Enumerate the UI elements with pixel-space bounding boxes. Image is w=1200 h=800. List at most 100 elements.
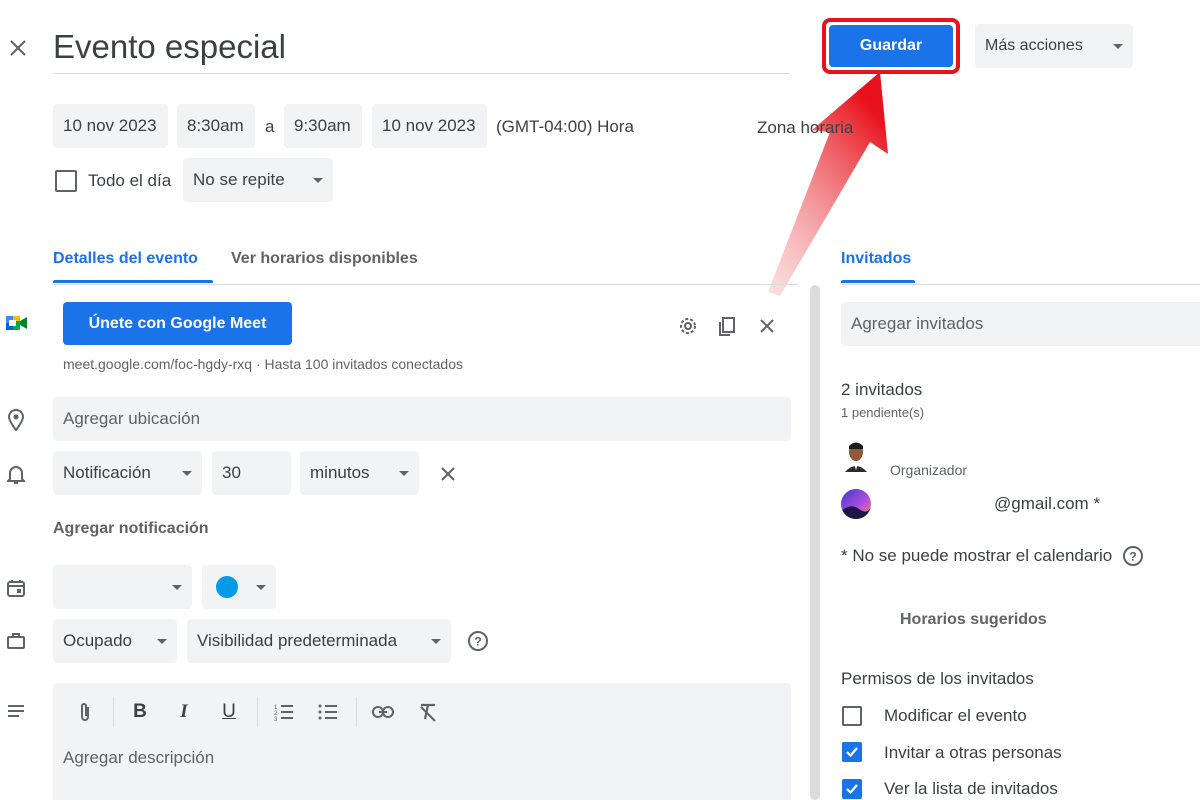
close-icon[interactable]: [6, 36, 30, 60]
chevron-down-icon: [172, 584, 182, 590]
end-time-chip[interactable]: 9:30am: [284, 104, 362, 148]
clear-format-icon[interactable]: [416, 700, 440, 724]
location-placeholder: Agregar ubicación: [63, 409, 201, 428]
tab-event-details[interactable]: Detalles del evento: [53, 250, 198, 268]
guest-email: @gmail.com *: [994, 494, 1101, 513]
location-input[interactable]: Agregar ubicación: [53, 397, 791, 441]
help-icon[interactable]: ?: [1121, 544, 1145, 568]
all-day-label: Todo el día: [88, 171, 172, 190]
meet-info: meet.google.com/foc-hgdy-rxq · Hasta 100…: [63, 356, 463, 372]
notification-amount-input[interactable]: 30: [212, 451, 291, 495]
svg-text:?: ?: [474, 635, 481, 649]
numbered-list-icon[interactable]: 123: [272, 700, 296, 724]
svg-text:?: ?: [1129, 550, 1136, 564]
more-actions-button[interactable]: Más acciones: [975, 24, 1133, 68]
tabs-divider: [53, 284, 798, 285]
join-google-meet-button[interactable]: Únete con Google Meet: [63, 302, 292, 345]
add-guests-input[interactable]: Agregar invitados: [841, 302, 1200, 346]
title-underline: [53, 73, 790, 74]
gear-icon[interactable]: [676, 314, 700, 338]
meet-button-label: Únete con Google Meet: [88, 314, 267, 332]
add-notification-link[interactable]: Agregar notificación: [53, 520, 209, 538]
save-button-label: Guardar: [859, 37, 923, 54]
permission-modify-checkbox[interactable]: [842, 706, 862, 726]
guest-pending: 1 pendiente(s): [841, 405, 925, 420]
notification-type-select[interactable]: Notificación: [53, 451, 202, 495]
start-date-chip[interactable]: 10 nov 2023: [53, 104, 168, 148]
description-placeholder[interactable]: Agregar descripción: [63, 748, 214, 768]
tab-availability[interactable]: Ver horarios disponibles: [231, 250, 418, 268]
save-button[interactable]: Guardar: [829, 25, 953, 67]
permission-modify-label: Modificar el evento: [884, 706, 1027, 725]
permission-invite-label: Invitar a otras personas: [884, 743, 1062, 762]
notification-amount: 30: [222, 463, 241, 482]
permission-invite-checkbox[interactable]: [842, 742, 862, 762]
close-icon[interactable]: [755, 314, 779, 338]
end-time: 9:30am: [294, 116, 351, 135]
notification-unit: minutos: [310, 463, 370, 482]
guest-count: 2 invitados: [841, 380, 923, 399]
calendar-select[interactable]: [53, 565, 192, 609]
calendar-note: * No se puede mostrar el calendario: [841, 546, 1113, 565]
chevron-down-icon: [431, 638, 441, 644]
briefcase-icon: [4, 629, 28, 653]
more-actions-label: Más acciones: [985, 37, 1083, 54]
event-color-select[interactable]: [202, 565, 276, 609]
chevron-down-icon: [313, 177, 323, 183]
start-date: 10 nov 2023: [63, 116, 157, 135]
organizer-label: Organizador: [890, 462, 968, 478]
calendar-icon: [4, 576, 28, 600]
time-separator: a: [265, 117, 275, 136]
suggested-times-link[interactable]: Horarios sugeridos: [900, 611, 1047, 629]
paperclip-icon[interactable]: [73, 700, 97, 724]
all-day-checkbox[interactable]: [55, 170, 77, 192]
link-icon[interactable]: [371, 700, 395, 724]
toolbar-divider: [113, 697, 114, 727]
timezone-text: (GMT-04:00) Hora: [496, 117, 634, 136]
event-title-input[interactable]: Evento especial: [53, 28, 286, 66]
status-select[interactable]: Ocupado: [53, 619, 177, 663]
visibility-select[interactable]: Visibilidad predeterminada: [187, 619, 451, 663]
toolbar-divider: [356, 697, 357, 727]
guests-tab-indicator: [841, 280, 915, 283]
timezone-link[interactable]: Zona horaria: [757, 118, 853, 138]
status-value: Ocupado: [63, 631, 132, 650]
permission-see-list-label: Ver la lista de invitados: [884, 779, 1058, 798]
bell-icon: [4, 462, 28, 486]
repeat-value: No se repite: [193, 170, 285, 189]
google-meet-icon: [4, 312, 30, 334]
bold-icon[interactable]: B: [128, 700, 152, 724]
italic-icon[interactable]: I: [172, 700, 196, 724]
bulleted-list-icon[interactable]: [316, 700, 340, 724]
underline-icon[interactable]: U: [217, 700, 241, 724]
tab-active-indicator: [53, 280, 213, 283]
chevron-down-icon: [399, 470, 409, 476]
permission-see-list-checkbox[interactable]: [842, 779, 862, 799]
visibility-value: Visibilidad predeterminada: [197, 631, 398, 650]
copy-icon[interactable]: [715, 314, 739, 338]
avatar: [841, 489, 871, 519]
add-guests-placeholder: Agregar invitados: [851, 314, 984, 333]
repeat-select[interactable]: No se repite: [183, 158, 333, 202]
notification-type: Notificación: [63, 463, 151, 482]
scrollbar[interactable]: [810, 285, 820, 800]
permissions-title: Permisos de los invitados: [841, 669, 1034, 688]
start-time-chip[interactable]: 8:30am: [177, 104, 255, 148]
description-lines-icon: [4, 699, 28, 723]
chevron-down-icon: [256, 584, 266, 590]
end-date: 10 nov 2023: [382, 116, 476, 135]
toolbar-divider: [257, 697, 258, 727]
help-icon[interactable]: ?: [466, 629, 490, 653]
chevron-down-icon: [1113, 43, 1123, 49]
location-pin-icon: [4, 407, 28, 433]
notification-unit-select[interactable]: minutos: [300, 451, 419, 495]
svg-text:3: 3: [274, 717, 278, 722]
chevron-down-icon: [157, 638, 167, 644]
tab-guests[interactable]: Invitados: [841, 250, 911, 268]
start-time: 8:30am: [187, 116, 244, 135]
end-date-chip[interactable]: 10 nov 2023: [372, 104, 487, 148]
color-swatch: [216, 576, 238, 598]
guests-divider: [841, 284, 1200, 285]
remove-notification-icon[interactable]: [436, 462, 460, 486]
avatar: [843, 440, 869, 472]
